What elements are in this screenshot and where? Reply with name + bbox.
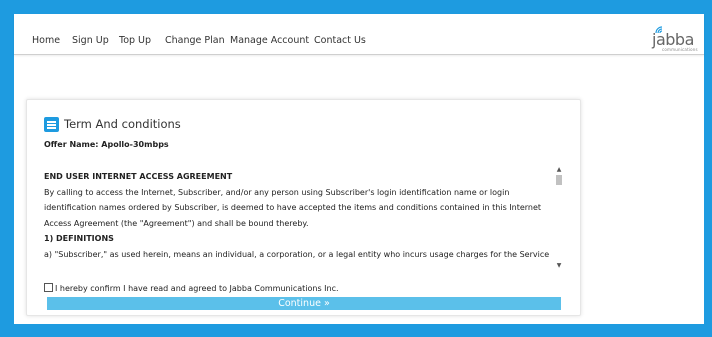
card-title: Term And conditions [64, 117, 181, 131]
nav-topup-link[interactable]: Top Up [119, 35, 151, 46]
terms-scrollbar[interactable]: ▲ ▼ [554, 166, 564, 270]
nav-home-link[interactable]: Home [32, 35, 60, 46]
browser-page: Home Sign Up Top Up Change Plan Manage A… [14, 14, 704, 324]
scroll-down-arrow-icon[interactable]: ▼ [554, 262, 564, 270]
terms-line: identification names ordered by Subscrib… [44, 203, 542, 213]
terms-line: By calling to access the Internet, Subsc… [44, 187, 510, 197]
top-navbar: Home Sign Up Top Up Change Plan Manage A… [14, 14, 704, 55]
scroll-up-arrow-icon[interactable]: ▲ [554, 166, 564, 174]
nav-change-plan-link[interactable]: Change Plan [165, 35, 225, 46]
nav-signup-link[interactable]: Sign Up [72, 35, 109, 46]
terms-scroll-area[interactable]: END USER INTERNET ACCESS AGREEMENT By ca… [44, 166, 564, 270]
confirm-label: I hereby confirm I have read and agreed … [55, 284, 339, 293]
jabba-logo[interactable]: jabba communications [652, 24, 698, 52]
logo-subtext: communications [662, 47, 698, 52]
terms-line: Access Agreement (the "Agreement") and s… [44, 218, 309, 228]
terms-text: END USER INTERNET ACCESS AGREEMENT By ca… [44, 169, 549, 263]
confirm-checkbox[interactable] [44, 283, 53, 292]
nav-manage-account-link[interactable]: Manage Account [230, 35, 309, 46]
continue-button[interactable]: Continue » [47, 297, 561, 310]
terms-section-heading: 1) DEFINITIONS [44, 234, 114, 244]
nav-contact-us-link[interactable]: Contact Us [314, 35, 366, 46]
scroll-thumb[interactable] [556, 175, 562, 185]
frame-decoration [56, 0, 64, 14]
confirm-row: I hereby confirm I have read and agreed … [44, 283, 339, 293]
terms-card: Term And conditions Offer Name: Apollo-3… [26, 99, 581, 316]
list-icon [44, 117, 59, 132]
terms-line: a) "Subscriber," as used herein, means a… [44, 249, 549, 259]
terms-heading: END USER INTERNET ACCESS AGREEMENT [44, 172, 233, 181]
offer-name: Offer Name: Apollo-30mbps [44, 140, 169, 149]
